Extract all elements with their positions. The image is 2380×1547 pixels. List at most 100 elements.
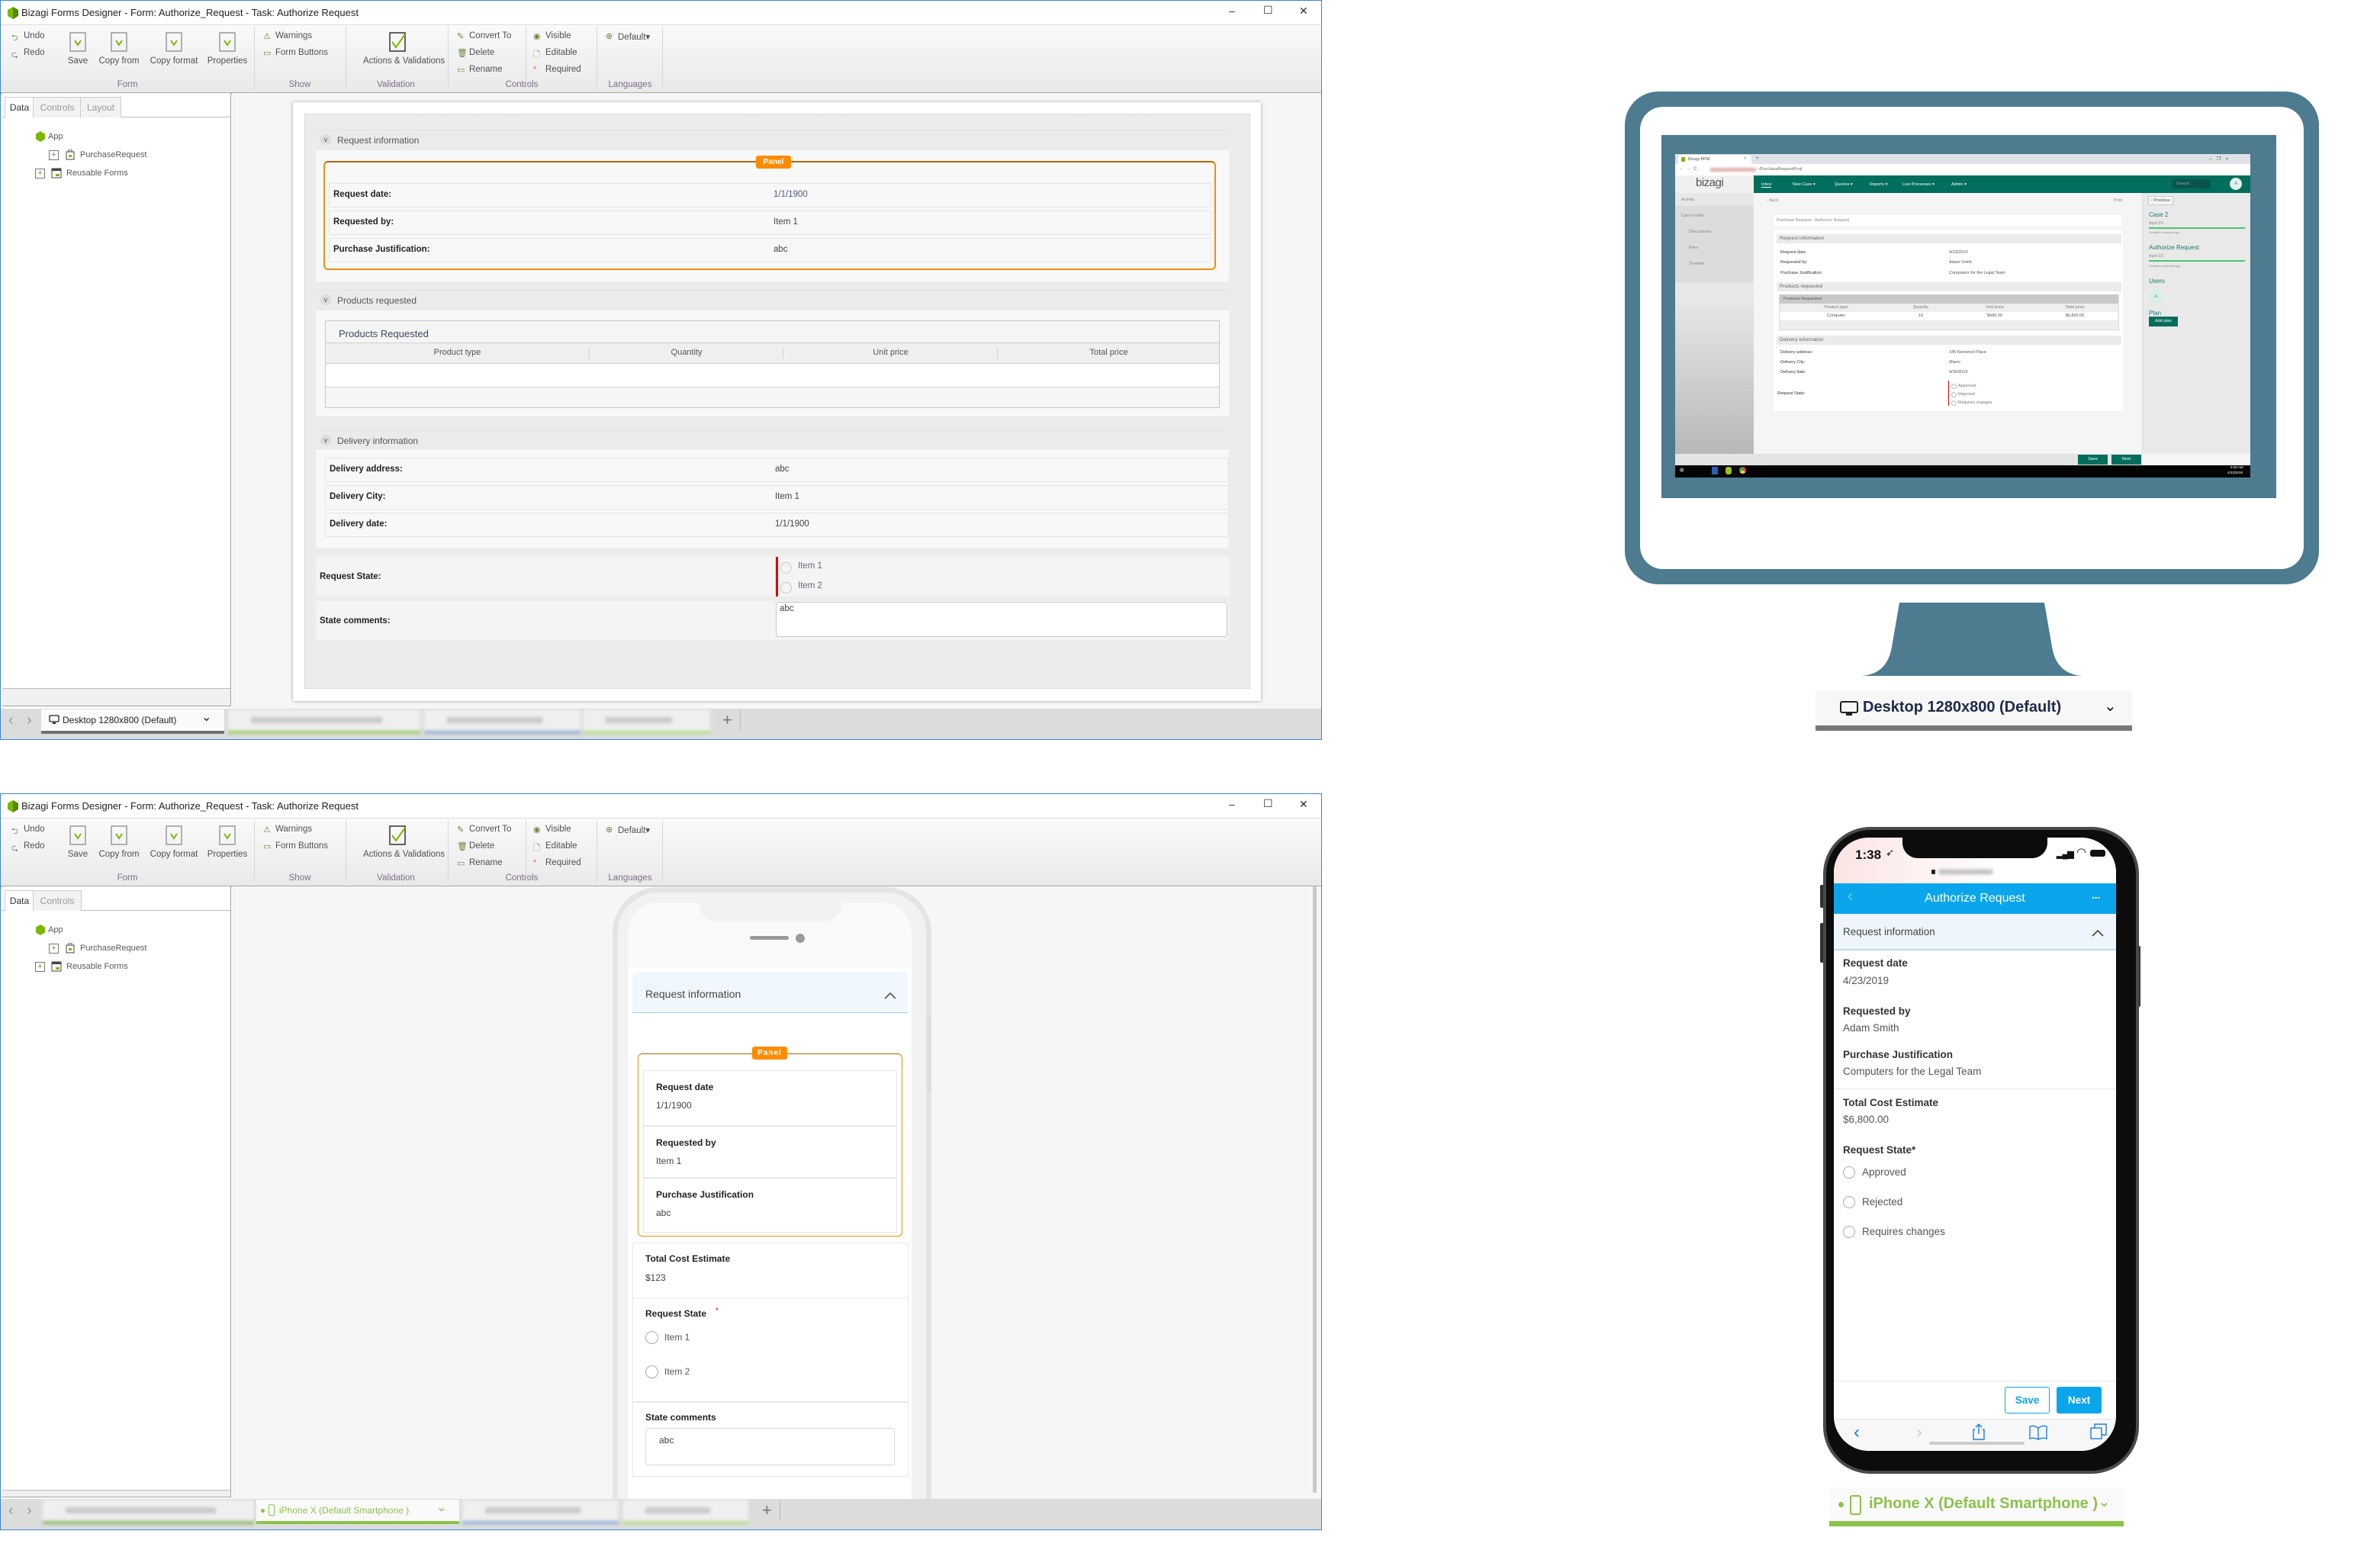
browser-forward-icon[interactable]: › [1916,1422,1922,1443]
sidebar-item[interactable]: Activity [1681,198,1694,202]
tree-item-app[interactable]: App [48,132,63,141]
delivery-header[interactable]: Delivery information [1777,336,2121,345]
tree-item-purchaserequest[interactable]: PurchaseRequest [80,944,146,953]
close-button[interactable]: ✕ [1299,5,1308,18]
sidebar-item[interactable]: Files [1689,246,1698,250]
grid-column-header[interactable]: Total price [997,348,1220,359]
device-tab[interactable] [228,709,420,734]
case-title[interactable]: Case 2 [2149,211,2168,218]
chevron-down-icon[interactable]: ⌄ [436,1500,446,1515]
chevron-down-icon[interactable]: v [320,435,331,445]
device-tab-active[interactable]: Desktop 1280x800 (Default) ⌄ [41,709,224,734]
browser-back-icon[interactable]: ‹ [1854,1422,1860,1443]
sidebar-item[interactable]: Timeline [1689,262,1705,266]
state-comments-textarea[interactable]: abc [776,602,1227,637]
search-box[interactable]: Search [2173,179,2210,188]
close-tab-icon[interactable]: × [1744,156,1746,161]
actions-validations-button[interactable]: Actions & Validations [363,30,445,68]
field-value[interactable]: 1/1/1900 [656,1100,692,1111]
save-button[interactable]: Save [2078,455,2108,465]
tab-scroll-left[interactable]: ‹ [8,712,14,729]
radio-button[interactable] [1843,1166,1855,1179]
radio-button[interactable] [1951,384,1957,389]
user-avatar[interactable]: A [2230,178,2242,190]
chevron-down-icon[interactable]: ⌄ [2104,696,2117,716]
device-tab[interactable] [424,709,581,734]
add-device-tab-button[interactable]: + [762,1500,780,1520]
browser-tab[interactable]: Bizagi BPM × [1678,155,1751,164]
actions-validations-button[interactable]: Actions & Validations [363,823,445,861]
chevron-down-icon[interactable]: v [320,134,331,145]
expand-icon[interactable]: + [49,944,59,954]
expand-icon[interactable]: + [35,962,45,972]
chevron-down-icon[interactable]: v [320,294,331,305]
tab-layout[interactable]: Layout [80,97,121,117]
expand-icon[interactable]: + [49,150,59,160]
radio-button[interactable] [1951,400,1957,406]
group-products-requested-header[interactable] [316,290,1229,312]
nav-item[interactable]: New Case ▾ [1793,182,1816,187]
user-avatar[interactable]: A [2149,290,2163,304]
field-value[interactable]: Item 1 [656,1156,681,1166]
field-value[interactable]: $123 [645,1272,666,1283]
properties-button[interactable]: Properties [193,30,262,68]
request-info-header[interactable]: Request information [1777,234,2121,243]
radio-button[interactable] [780,582,792,593]
group-delivery-information-header[interactable] [316,430,1229,451]
save-button[interactable]: Save [2005,1387,2050,1414]
properties-button[interactable]: Properties [193,823,262,861]
device-tab[interactable] [462,1500,619,1524]
task-title[interactable]: Authorize Request [2149,244,2199,251]
field-value[interactable]: abc [775,465,790,474]
add-device-tab-button[interactable]: + [722,710,741,730]
tab-controls[interactable]: Controls [33,97,82,117]
tree-item-reusable-forms[interactable]: Reusable Forms [66,169,128,178]
more-options-button[interactable]: ... [2092,889,2100,901]
browser-nav-icons[interactable]: ←→C [1679,166,1700,172]
windows-start-icon[interactable]: ⊞ [1680,467,1684,473]
nav-item[interactable]: Inbox [1761,182,1772,188]
back-link[interactable]: ‹ Back [1767,198,1779,203]
device-tab[interactable] [622,1500,748,1524]
grid-column-header[interactable]: Quantity [589,348,783,359]
nav-item[interactable]: Queries ▾ [1835,182,1853,187]
nav-item[interactable]: Reports ▾ [1870,182,1888,187]
taskbar-chrome-icon[interactable] [1739,467,1746,474]
close-button[interactable]: ✕ [1299,798,1308,811]
nav-item[interactable]: Admin ▾ [1951,182,1967,187]
nav-item[interactable]: Live Processes ▾ [1902,182,1935,187]
field-value[interactable]: 1/1/1900 [775,519,809,529]
chevron-down-icon[interactable]: ⌄ [2098,1492,2111,1511]
state-comments-textarea[interactable]: abc [645,1428,895,1465]
tab-scroll-left[interactable]: ‹ [8,1502,14,1520]
maximize-button[interactable]: ☐ [1263,4,1273,17]
radio-button[interactable] [1843,1196,1855,1208]
next-button[interactable]: Next [2111,455,2141,465]
tree-item-purchaserequest[interactable]: PurchaseRequest [80,150,146,159]
tab-data[interactable]: Data [5,97,34,117]
field-value[interactable]: 1/1/1900 [774,190,808,199]
radio-button[interactable] [645,1331,658,1344]
vertical-scrollbar[interactable] [1313,886,1317,1493]
taskbar-bizagi-icon[interactable] [1726,467,1732,474]
radio-button[interactable] [1843,1226,1855,1238]
field-value[interactable]: Item 1 [774,217,798,227]
new-tab-button[interactable]: + [1756,156,1759,161]
radio-button[interactable] [645,1365,658,1378]
device-tab-active[interactable]: iPhone X (Default Smartphone ) ⌄ [256,1500,459,1524]
previous-button[interactable]: ‹ Previous [2148,196,2173,205]
minimize-button[interactable]: – [1229,5,1235,17]
field-value[interactable]: Item 1 [775,492,799,501]
products-header[interactable]: Products requested [1777,282,2121,291]
expand-icon[interactable]: + [35,169,45,178]
minimize-button[interactable]: – [1229,798,1235,810]
add-plan-button[interactable]: Add plan [2149,317,2178,326]
tab-data[interactable]: Data [5,890,34,911]
chevron-down-icon[interactable]: ⌄ [201,709,211,725]
tab-controls[interactable]: Controls [33,890,82,911]
tab-scroll-right[interactable]: › [27,1502,32,1520]
tree-item-app[interactable]: App [48,925,63,934]
tree-item-reusable-forms[interactable]: Reusable Forms [66,962,128,971]
next-button[interactable]: Next [2057,1387,2102,1414]
url-text[interactable]: /PurchaseRequestProj/ [1759,167,1803,172]
